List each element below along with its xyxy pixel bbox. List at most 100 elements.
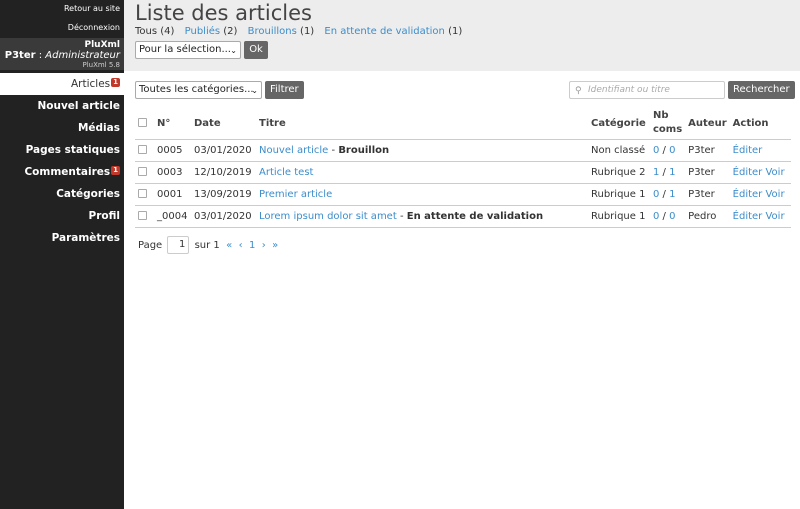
comments-offline-link[interactable]: 1 xyxy=(653,167,659,178)
sidebar-item-label: Profil xyxy=(88,210,120,222)
sidebar-item-media[interactable]: Médias xyxy=(0,117,124,139)
page-1-link[interactable]: 1 xyxy=(249,240,255,251)
table-row: 0005 03/01/2020 Nouvel article - Brouill… xyxy=(135,139,791,162)
user-separator: : xyxy=(35,50,46,61)
chevron-down-icon: ⌄ xyxy=(251,86,258,95)
row-num: _0004 xyxy=(154,205,191,228)
back-to-site-link[interactable]: Retour au site xyxy=(64,4,124,13)
row-title-cell: Article test xyxy=(256,161,588,184)
filter-drafts[interactable]: Brouillons (1) xyxy=(248,26,315,37)
comments-offline-link[interactable]: 0 xyxy=(653,189,659,200)
col-comments-line1: Nb xyxy=(653,110,669,122)
article-title-link[interactable]: Article test xyxy=(259,167,313,178)
sidebar-item-static-pages[interactable]: Pages statiques xyxy=(0,139,124,161)
status-filters: Tous (4) Publiés (2) Brouillons (1) En a… xyxy=(135,26,469,37)
page-number-input[interactable]: 1 xyxy=(167,236,190,254)
category-select[interactable]: Toutes les catégories... ⌄ xyxy=(135,81,262,99)
logout-link[interactable]: Déconnexion xyxy=(68,23,124,32)
comments-online-link[interactable]: 1 xyxy=(669,189,675,200)
filter-label: Tous xyxy=(135,26,158,37)
sidebar-nav: Articles 1 Nouvel article Médias Pages st… xyxy=(0,73,124,249)
edit-link[interactable]: Éditer xyxy=(733,211,763,222)
filter-count: (1) xyxy=(300,26,315,37)
sidebar: Retour au site Déconnexion PluXml P3ter … xyxy=(0,0,124,509)
row-checkbox[interactable] xyxy=(138,167,147,176)
filter-label[interactable]: En attente de validation xyxy=(324,26,444,37)
edit-link[interactable]: Éditer xyxy=(733,189,763,200)
sidebar-item-label: Catégories xyxy=(56,188,120,200)
col-author: Auteur xyxy=(685,108,730,140)
view-link[interactable]: Voir xyxy=(765,189,784,200)
col-category: Catégorie xyxy=(588,108,650,140)
notification-badge: 1 xyxy=(111,78,120,87)
row-comments: 0 / 0 xyxy=(650,139,686,162)
sidebar-item-label: Nouvel article xyxy=(37,100,120,112)
row-author: P3ter xyxy=(685,161,730,184)
row-date: 12/10/2019 xyxy=(191,161,256,184)
brand-name: PluXml xyxy=(84,40,121,50)
article-title-link[interactable]: Nouvel article xyxy=(259,145,328,156)
ok-button[interactable]: Ok xyxy=(244,41,268,59)
row-num: 0001 xyxy=(154,183,191,206)
col-date: Date xyxy=(191,108,256,140)
comments-offline-link[interactable]: 0 xyxy=(653,211,659,222)
row-author: P3ter xyxy=(685,183,730,206)
sidebar-item-new-article[interactable]: Nouvel article xyxy=(0,95,124,117)
filter-label[interactable]: Publiés xyxy=(185,26,220,37)
row-comments: 1 / 1 xyxy=(650,161,686,184)
row-actions: Éditer Voir xyxy=(729,183,791,206)
first-page-link[interactable]: « xyxy=(226,240,232,251)
bulk-action-select[interactable]: Pour la sélection... ⌄ xyxy=(135,41,241,59)
filter-published[interactable]: Publiés (2) xyxy=(185,26,238,37)
col-comments: Nb coms xyxy=(650,108,686,140)
filter-all[interactable]: Tous (4) xyxy=(135,26,174,37)
row-date: 03/01/2020 xyxy=(191,139,256,162)
row-category: Rubrique 2 xyxy=(588,161,650,184)
row-actions: Éditer Voir xyxy=(729,205,791,228)
view-link[interactable]: Voir xyxy=(765,211,784,222)
select-all-checkbox[interactable] xyxy=(138,118,147,128)
row-comments: 0 / 1 xyxy=(650,183,686,206)
next-page-link[interactable]: › xyxy=(262,240,266,251)
article-title-link[interactable]: Lorem ipsum dolor sit amet xyxy=(259,211,397,222)
filter-count: (2) xyxy=(223,26,238,37)
search-button[interactable]: Rechercher xyxy=(728,81,795,99)
search-input[interactable]: ⚲ Identifiant ou titre xyxy=(569,81,725,99)
prev-page-link[interactable]: ‹ xyxy=(239,240,243,251)
sidebar-item-comments[interactable]: Commentaires 1 xyxy=(0,161,124,183)
comments-offline-link[interactable]: 0 xyxy=(653,145,659,156)
article-status: En attente de validation xyxy=(406,210,544,222)
comments-online-link[interactable]: 1 xyxy=(669,167,675,178)
filter-count: (4) xyxy=(160,26,175,37)
row-checkbox[interactable] xyxy=(138,211,147,220)
edit-link[interactable]: Éditer xyxy=(733,145,763,156)
comments-online-link[interactable]: 0 xyxy=(669,145,675,156)
view-link[interactable]: Voir xyxy=(765,167,784,178)
select-all-cell xyxy=(135,108,154,140)
comments-online-link[interactable]: 0 xyxy=(669,211,675,222)
sidebar-item-settings[interactable]: Paramètres xyxy=(0,227,124,249)
article-title-link[interactable]: Premier article xyxy=(259,189,332,200)
sidebar-item-profile[interactable]: Profil xyxy=(0,205,124,227)
row-num: 0005 xyxy=(154,139,191,162)
row-category: Rubrique 1 xyxy=(588,183,650,206)
row-checkbox[interactable] xyxy=(138,189,147,198)
filter-label[interactable]: Brouillons xyxy=(248,26,297,37)
table-row: 0003 12/10/2019 Article test Rubrique 2 … xyxy=(135,161,791,184)
last-page-link[interactable]: » xyxy=(272,240,278,251)
search-icon: ⚲ xyxy=(575,86,582,96)
row-num: 0003 xyxy=(154,161,191,184)
page-label: Page xyxy=(138,240,163,251)
page-total: sur 1 xyxy=(194,240,220,251)
sidebar-item-articles[interactable]: Articles 1 xyxy=(0,73,124,95)
bulk-actions: Pour la sélection... ⌄ Ok xyxy=(135,41,268,59)
filter-pending[interactable]: En attente de validation (1) xyxy=(324,26,462,37)
user-role: Administrateur xyxy=(45,50,120,61)
sidebar-item-label: Commentaires xyxy=(24,166,111,178)
row-checkbox[interactable] xyxy=(138,145,147,154)
row-category: Non classé xyxy=(588,139,650,162)
sidebar-item-categories[interactable]: Catégories xyxy=(0,183,124,205)
filter-button[interactable]: Filtrer xyxy=(265,81,304,99)
edit-link[interactable]: Éditer xyxy=(733,167,763,178)
col-num: N° xyxy=(154,108,191,140)
